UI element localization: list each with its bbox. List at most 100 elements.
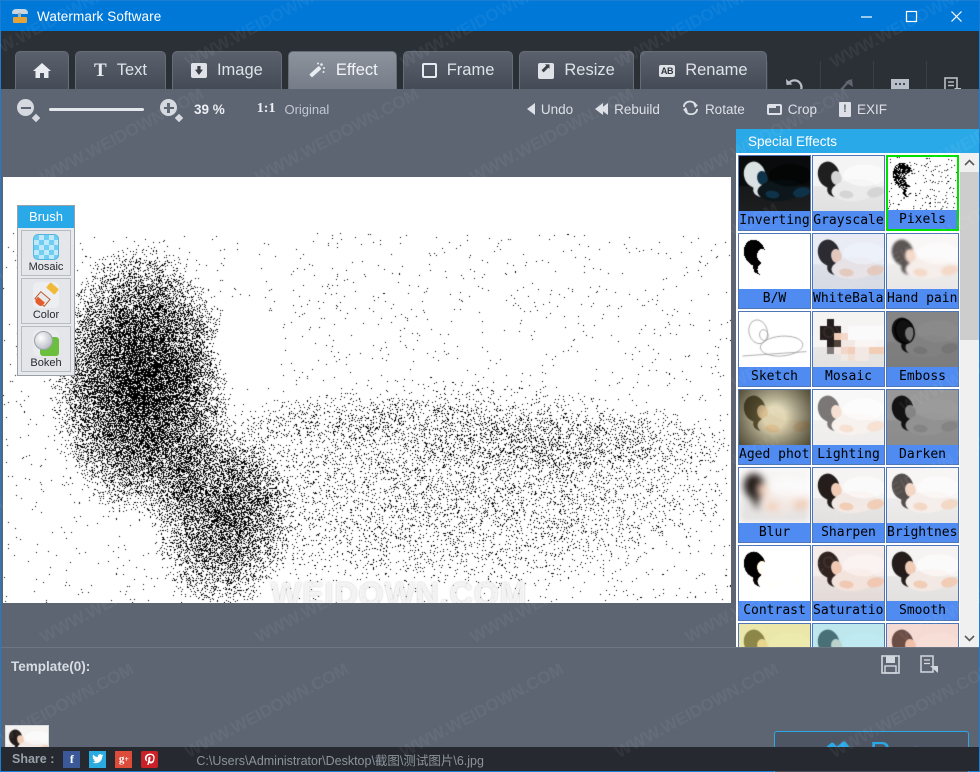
image-canvas[interactable]: WEIDOWN.COM [3, 177, 731, 603]
zoom-in-icon[interactable] [160, 99, 180, 119]
rebuild-button[interactable]: Rebuild [595, 102, 660, 117]
effect-thumbnail [813, 156, 884, 211]
effect-item-hand-painted[interactable]: Hand painted [886, 233, 959, 309]
tab-image[interactable]: Image [172, 51, 282, 89]
effect-item-sharpen[interactable]: Sharpen [812, 467, 885, 543]
tab-text-label: Text [117, 61, 147, 80]
effect-item-darken[interactable]: Darken [886, 389, 959, 465]
effect-item-contrast[interactable]: Contrast [738, 545, 811, 621]
effect-item-pixels[interactable]: Pixels [886, 155, 959, 231]
zoom-original-label[interactable]: Original [284, 102, 329, 117]
effect-thumbnail [887, 468, 958, 523]
effect-thumbnail [739, 156, 810, 211]
maximize-button[interactable] [889, 1, 934, 31]
zoom-percent: 39 % [194, 102, 225, 117]
facebook-icon[interactable]: f [63, 751, 80, 768]
effect-item-brightness[interactable]: Brightness [886, 467, 959, 543]
effect-thumbnail [813, 546, 884, 601]
effect-item-emboss[interactable]: Emboss [886, 311, 959, 387]
save-floppy-icon[interactable] [881, 655, 900, 679]
effect-label: Inverting [739, 211, 810, 230]
rotate-label: Rotate [705, 102, 745, 117]
zoom-out-icon[interactable] [17, 99, 37, 119]
canvas-tools: Undo Rebuild Rotate Crop ! EXIF [527, 100, 979, 119]
home-icon [32, 62, 52, 79]
effect-item-sketch[interactable]: Sketch [738, 311, 811, 387]
effect-thumbnail [739, 390, 810, 445]
effect-label: Blur [739, 523, 810, 542]
effect-label: Sketch [739, 367, 810, 386]
effect-item-unlabeled-18[interactable] [738, 623, 811, 647]
effect-thumbnail [739, 468, 810, 523]
tab-text[interactable]: T Text [75, 51, 166, 89]
twitter-icon[interactable] [89, 751, 106, 768]
effect-thumbnail [739, 234, 810, 289]
brush-item-bokeh[interactable]: Bokeh [21, 326, 71, 372]
zoom-ratio-button[interactable]: 1:1 [257, 101, 276, 117]
brush-item-color[interactable]: Color [21, 278, 71, 324]
crop-label: Crop [788, 102, 817, 117]
effect-item-whitebalance[interactable]: WhiteBalance [812, 233, 885, 309]
effect-label: Grayscale [813, 211, 884, 230]
exif-icon: ! [839, 102, 851, 117]
close-button[interactable] [934, 1, 979, 31]
effect-label: Brightness [887, 523, 958, 542]
status-bar: Share : f g + C:\Users\Administrator\Desk… [1, 747, 979, 771]
crop-button[interactable]: Crop [767, 102, 817, 117]
undo-triangle-icon [527, 103, 535, 115]
tab-image-label: Image [217, 61, 263, 80]
brush-panel-title: Brush [18, 206, 74, 228]
special-effects-title: Special Effects [736, 129, 979, 153]
effect-thumbnail [813, 624, 884, 647]
brush-tool-palette: Brush Mosaic Color Bokeh [17, 205, 75, 376]
frame-icon [422, 63, 437, 78]
rotate-button[interactable]: Rotate [682, 100, 745, 119]
scrollbar-thumb[interactable] [960, 172, 979, 340]
tab-home[interactable] [15, 51, 69, 89]
effect-item-blur[interactable]: Blur [738, 467, 811, 543]
effect-item-mosaic[interactable]: Mosaic [812, 311, 885, 387]
effect-item-inverting[interactable]: Inverting [738, 155, 811, 231]
effect-item-unlabeled-19[interactable] [812, 623, 885, 647]
effect-label: Saturation [813, 601, 884, 620]
effect-label: Mosaic [813, 367, 884, 386]
minimize-button[interactable] [844, 1, 889, 31]
effect-item-grayscale[interactable]: Grayscale [812, 155, 885, 231]
undo-label: Undo [541, 102, 573, 117]
tab-frame-label: Frame [447, 61, 495, 80]
googleplus-icon[interactable]: g + [115, 751, 132, 768]
tab-frame[interactable]: Frame [403, 51, 514, 89]
undo-button[interactable]: Undo [527, 102, 573, 117]
pinterest-icon[interactable] [141, 751, 158, 768]
effect-item-unlabeled-20[interactable] [886, 623, 959, 647]
load-template-icon[interactable] [920, 655, 939, 679]
brush-mosaic-label: Mosaic [22, 261, 70, 273]
effect-item-b-w[interactable]: B/W [738, 233, 811, 309]
tab-rename[interactable]: AB Rename [640, 51, 767, 89]
effect-label: Darken [887, 445, 958, 464]
title-bar: Watermark Software [1, 1, 979, 31]
brush-item-mosaic[interactable]: Mosaic [21, 230, 71, 276]
effect-label: Smooth [887, 601, 958, 620]
zoom-slider[interactable] [49, 108, 144, 111]
chevron-down-icon[interactable] [960, 628, 979, 647]
special-effects-grid: InvertingGrayscalePixels B/WWhiteBalanceH… [736, 153, 960, 647]
effect-item-saturation[interactable]: Saturation [812, 545, 885, 621]
effect-thumbnail [887, 234, 958, 289]
rename-ab-icon: AB [659, 65, 675, 77]
effect-item-smooth[interactable]: Smooth [886, 545, 959, 621]
tab-effect[interactable]: Effect [288, 51, 397, 89]
chevron-up-icon[interactable] [960, 153, 979, 172]
effect-thumbnail [813, 234, 884, 289]
rebuild-label: Rebuild [614, 102, 660, 117]
effect-item-aged-photo[interactable]: Aged photo [738, 389, 811, 465]
exif-button[interactable]: ! EXIF [839, 102, 887, 117]
tab-resize[interactable]: Resize [519, 51, 633, 89]
special-effects-scrollbar[interactable] [960, 153, 979, 647]
magic-wand-icon [307, 62, 326, 80]
tab-resize-label: Resize [564, 61, 614, 80]
effect-thumbnail [813, 468, 884, 523]
effect-item-lighting[interactable]: Lighting [812, 389, 885, 465]
effect-label: Emboss [887, 367, 958, 386]
effect-thumbnail [888, 157, 957, 212]
